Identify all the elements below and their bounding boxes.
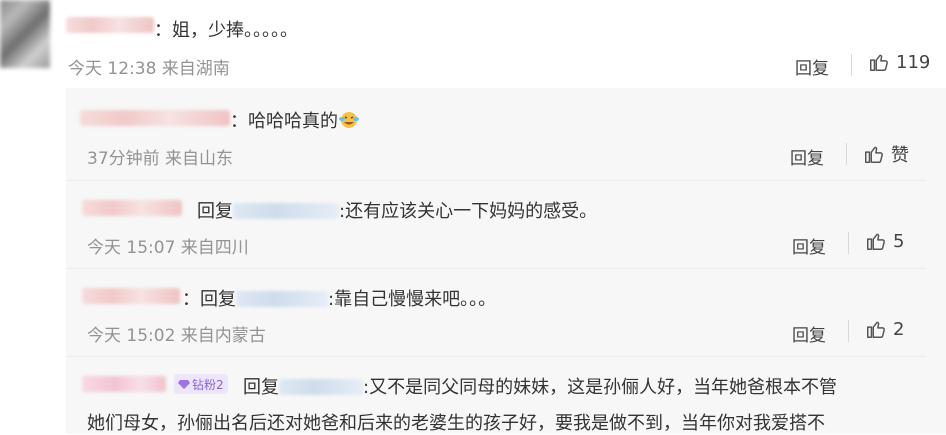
divider — [66, 180, 926, 181]
reply-text: ：回复:靠自己慢慢来吧。。。 — [182, 289, 497, 310]
reply-meta: 37分钟前 来自山东 — [87, 149, 234, 169]
like-button[interactable]: 5 — [865, 230, 904, 252]
reply-meta: 今天 15:02 来自内蒙古 — [87, 326, 266, 346]
divider — [66, 268, 926, 269]
divider — [66, 356, 926, 357]
reply-text-line-2: 她们母女，孙俪出名后还对她爸和后来的老婆生的孩子好，要我是做不到，当年你对我爱搭… — [87, 413, 825, 434]
blurred-username[interactable] — [82, 288, 180, 304]
reply-button[interactable]: 回复 — [792, 321, 826, 346]
reply-text: 回复:还有应该关心一下妈妈的感受。 — [197, 201, 598, 222]
divider — [851, 54, 852, 76]
like-count: 2 — [893, 318, 905, 340]
reply-text-line-1: 回复:又不是同父同母的妹妹，这是孙俪人好，当年她爸根本不管 — [243, 377, 838, 398]
blurred-mention[interactable] — [233, 203, 339, 219]
divider — [848, 232, 849, 254]
reply-button[interactable]: 回复 — [790, 144, 824, 169]
blurred-username[interactable] — [82, 200, 182, 216]
fan-badge: 钻粉2 — [174, 374, 228, 394]
diamond-icon — [178, 380, 190, 389]
avatar[interactable] — [0, 0, 50, 68]
reply-meta: 今天 15:07 来自四川 — [87, 238, 249, 258]
like-count: 赞 — [891, 145, 909, 166]
comment-text: ：姐，少捧。。。。。 — [154, 20, 298, 41]
divider — [848, 320, 849, 342]
badge-label: 钻粉2 — [192, 377, 224, 392]
like-button[interactable]: 2 — [865, 318, 904, 340]
blurred-username[interactable] — [82, 376, 166, 392]
thumbs-up-icon — [870, 54, 888, 71]
reply-text: ：哈哈哈真的 — [230, 107, 360, 133]
thumbs-up-icon — [865, 146, 883, 163]
thumbs-up-icon — [867, 321, 885, 338]
comment-meta: 今天 12:38 来自湖南 — [68, 59, 230, 79]
divider — [846, 143, 847, 165]
blurred-mention[interactable] — [279, 379, 363, 395]
blurred-username[interactable] — [66, 17, 154, 33]
like-button[interactable]: 119 — [868, 51, 930, 73]
like-count: 119 — [896, 51, 931, 73]
laughing-tears-emoji-icon — [339, 112, 359, 128]
thumbs-up-icon — [867, 233, 885, 250]
like-count: 5 — [893, 230, 905, 252]
reply-button[interactable]: 回复 — [795, 54, 829, 79]
reply-button[interactable]: 回复 — [792, 233, 826, 258]
like-button[interactable]: 赞 — [863, 141, 909, 167]
blurred-username[interactable] — [80, 110, 230, 126]
blurred-mention[interactable] — [236, 291, 328, 307]
